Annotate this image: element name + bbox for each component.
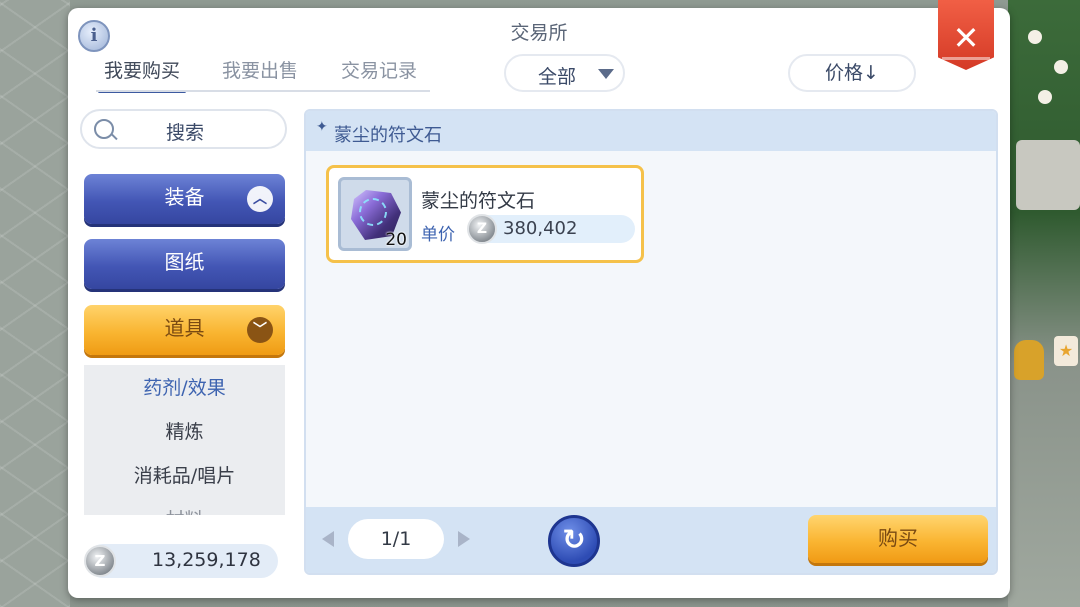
item-card[interactable]: 20 蒙尘的符文石 单价 Z 380,402: [326, 165, 644, 263]
tab-buy[interactable]: 我要购买: [97, 56, 187, 93]
stone-floor-background: [0, 0, 70, 607]
next-page-icon[interactable]: [458, 531, 470, 547]
category-equipment[interactable]: 装备 ︿: [84, 174, 285, 224]
listing-panel: ✦ 蒙尘的符文石 20 蒙尘的符文石 单价 Z 380,402 1/1 ↻ 购买: [304, 109, 998, 575]
unit-price: Z 380,402: [467, 214, 635, 244]
search-icon: [94, 119, 114, 139]
subcategory-potion[interactable]: 药剂/效果: [84, 373, 285, 400]
refresh-icon: ↻: [562, 523, 586, 556]
subcategory-consumable[interactable]: 消耗品/唱片: [84, 461, 285, 488]
dropdown-label: 全部: [538, 66, 577, 88]
search-label: 搜索: [166, 122, 205, 144]
category-blueprint[interactable]: 图纸: [84, 239, 285, 289]
chevron-down-icon: [598, 69, 614, 79]
category-label: 装备: [164, 185, 205, 209]
sparkle-icon: ✦: [316, 119, 328, 135]
panel-footer: 1/1 ↻ 购买: [306, 507, 996, 573]
scenery-background: [1008, 0, 1080, 607]
item-icon-frame: 20: [338, 177, 412, 251]
tab-history[interactable]: 交易记录: [341, 56, 417, 90]
chevron-down-icon: ﹀: [247, 317, 273, 343]
page-indicator: 1/1: [348, 519, 444, 559]
category-label: 道具: [164, 316, 205, 340]
category-filter-dropdown[interactable]: 全部: [504, 54, 625, 92]
zeny-coin-icon: Z: [84, 545, 116, 577]
unit-price-value: 380,402: [503, 218, 578, 239]
subcategory-list: 药剂/效果 精炼 消耗品/唱片 材料: [84, 365, 285, 515]
rune-stone-glow: [359, 198, 387, 226]
category-label: 图纸: [164, 250, 205, 274]
tab-sell[interactable]: 我要出售: [222, 56, 298, 90]
star-side-icon[interactable]: ★: [1054, 336, 1078, 366]
subcategory-refine[interactable]: 精炼: [84, 417, 285, 444]
price-sort-button[interactable]: 价格↓: [788, 54, 916, 92]
category-items[interactable]: 道具 ﹀: [84, 305, 285, 355]
close-icon: ✕: [952, 19, 980, 57]
zeny-coin-icon: Z: [467, 214, 497, 244]
chevron-up-icon: ︿: [247, 186, 273, 212]
panel-header: ✦ 蒙尘的符文石: [306, 111, 996, 151]
item-quantity: 20: [385, 230, 407, 250]
wallet-balance: Z 13,259,178: [84, 544, 278, 578]
exchange-window: i 交易所 ✕ 我要购买 我要出售 交易记录 全部 价格↓ 搜索 装备 ︿ 图纸…: [68, 0, 1010, 598]
tab-underline: [96, 90, 430, 92]
search-button[interactable]: 搜索: [80, 109, 287, 149]
unit-price-label: 单价: [421, 225, 455, 245]
panel-header-label: 蒙尘的符文石: [334, 125, 442, 146]
wallet-amount: 13,259,178: [152, 549, 261, 571]
prev-page-icon[interactable]: [322, 531, 334, 547]
window-title: 交易所: [510, 22, 568, 44]
subcategory-material[interactable]: 材料: [84, 505, 285, 515]
item-name: 蒙尘的符文石: [421, 190, 536, 212]
listing-body: 20 蒙尘的符文石 单价 Z 380,402: [306, 151, 996, 507]
buy-button[interactable]: 购买: [808, 515, 988, 563]
tab-bar: 我要购买 我要出售 交易记录: [96, 56, 430, 93]
close-button[interactable]: ✕: [938, 0, 994, 70]
refresh-button[interactable]: ↻: [548, 515, 600, 567]
